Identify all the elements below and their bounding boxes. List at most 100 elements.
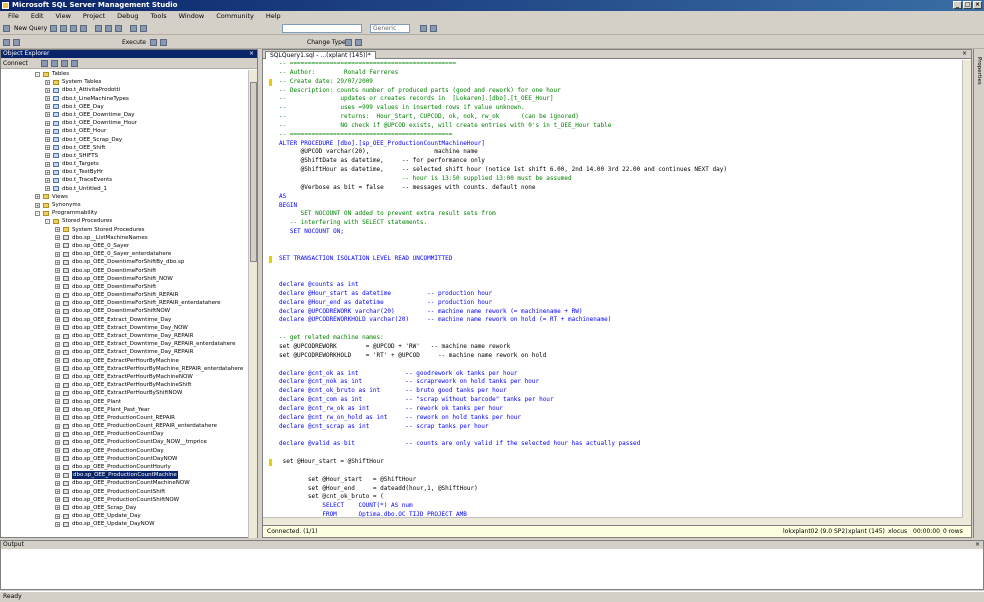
expand-icon[interactable]: + [45,128,50,134]
menu-item-view[interactable]: View [49,11,76,21]
tree-node[interactable]: - Tables [1,70,249,78]
menu-item-tools[interactable]: Tools [145,11,173,21]
tree-node[interactable]: + dbo.sp_OEE_ProductionCountDay_NOW__tmpr… [1,438,249,446]
run-icon[interactable] [345,39,352,46]
close-button[interactable]: × [973,1,982,9]
editor-vertical-scrollbar[interactable] [962,60,971,526]
tree-node[interactable]: + dbo.sp_OEE_ExtractPerHourByShiftNOW [1,389,249,397]
scrollbar-thumb[interactable] [250,82,257,262]
expand-icon[interactable]: + [55,489,60,495]
stop-icon[interactable] [51,60,58,67]
tree-node[interactable]: + dbo.sp_OEE_ExtractPerHourByMachine_REPA… [1,365,249,373]
connect-button[interactable]: Connect [3,60,28,67]
tree-node[interactable]: + System Tables [1,78,249,86]
tree-node[interactable]: + dbo.sp_OEE_Extract_Downtime_Day_REPAIR [1,332,249,340]
tree-node[interactable]: + dbo.t_OEE_Downtime_Day [1,111,249,119]
save-icon[interactable] [70,25,77,32]
verify-sql-icon[interactable] [355,39,362,46]
expand-icon[interactable]: + [45,169,50,175]
expand-icon[interactable]: + [55,456,60,462]
expand-icon[interactable]: + [55,366,60,372]
expand-icon[interactable]: + [55,259,60,265]
properties-sidebar[interactable]: Properties [973,49,984,538]
menu-item-edit[interactable]: Edit [25,11,50,21]
tree-node[interactable]: + System Stored Procedures [1,226,249,234]
tree-node[interactable]: + dbo.sp_OEE_Extract_Downtime_Day [1,316,249,324]
expand-icon[interactable]: + [45,177,50,183]
tree-node[interactable]: - Programmability [1,209,249,217]
new-file-icon[interactable] [50,25,57,32]
tree-node[interactable]: + dbo.t_OEE_Hour [1,127,249,135]
expand-icon[interactable]: + [55,243,60,249]
tree-node[interactable]: + dbo.t_LineMachineTypes [1,95,249,103]
expand-icon[interactable]: + [55,325,60,331]
expand-icon[interactable]: + [55,227,60,233]
expand-icon[interactable]: + [55,521,60,527]
tree-node[interactable]: + dbo.sp_OEE_ExtractPerHourByMachineShift [1,381,249,389]
expand-icon[interactable]: + [55,415,60,421]
cancel-query-icon[interactable] [160,39,167,46]
expand-icon[interactable]: + [55,423,60,429]
tree-node[interactable]: + dbo.sp_OEE_ProductionCount_REPAIR_enter… [1,422,249,430]
expand-icon[interactable]: + [45,137,50,142]
tree-node[interactable]: + dbo.t_Untitled_1 [1,185,249,193]
tree-node[interactable]: + dbo.sp_OEE_Plant [1,398,249,406]
change-type-button[interactable]: Change Type [305,38,348,47]
menu-item-window[interactable]: Window [173,11,211,21]
tree-node[interactable]: + dbo.sp_OEE_Plant_Past_Year [1,406,249,414]
refresh-icon[interactable] [71,60,78,67]
expand-icon[interactable]: + [45,186,50,192]
copy-icon[interactable] [105,25,112,32]
parse-icon[interactable] [150,39,157,46]
new-query-icon[interactable] [3,25,10,32]
expand-icon[interactable]: + [55,505,60,511]
expand-icon[interactable]: + [55,333,60,339]
expand-icon[interactable]: + [55,349,60,355]
tree-node[interactable]: - Stored Procedures [1,217,249,225]
expand-icon[interactable]: + [55,251,60,257]
tree-node[interactable]: + dbo.sp_OEE_ProductionCountDay [1,447,249,455]
menu-item-community[interactable]: Community [210,11,260,21]
tree-node[interactable]: + dbo.t_OEE_Shift [1,144,249,152]
menu-item-project[interactable]: Project [77,11,111,21]
expand-icon[interactable]: + [45,153,50,159]
object-explorer-scrollbar[interactable] [248,70,257,538]
minimize-button[interactable]: _ [953,1,962,9]
tree-node[interactable]: + dbo.sp_OEE_Extract_Downtime_Day_REPAIR_… [1,340,249,348]
expand-icon[interactable]: + [55,448,60,454]
expand-icon[interactable]: + [55,276,60,282]
tree-node[interactable]: + dbo.sp_OEE_Extract_Downtime_Day_REPAIR [1,348,249,356]
tree-node[interactable]: + dbo.sp_OEE_ProductionCountDay [1,430,249,438]
menu-item-file[interactable]: File [2,11,25,21]
tree-node[interactable]: + dbo.sp_OEE_Extract_Downtime_Day_NOW [1,324,249,332]
tree-node[interactable]: + dbo.t_SHIFTS [1,152,249,160]
expand-icon[interactable]: + [45,104,50,110]
expand-icon[interactable]: + [55,390,60,396]
expand-icon[interactable]: + [55,300,60,306]
tree-node[interactable]: + dbo.sp_OEE_ProductionCount_REPAIR [1,414,249,422]
tree-node[interactable]: + dbo.sp_OEE_Update_Day [1,512,249,520]
code-area[interactable]: -- =====================================… [263,60,963,526]
collapse-icon[interactable]: - [35,210,40,216]
expand-icon[interactable]: + [55,308,60,314]
tree-node[interactable]: + dbo.sp_OEE_DowntimeForShiftBy_dbo.sp [1,258,249,266]
collapse-icon[interactable]: - [35,71,40,77]
expand-icon[interactable]: + [55,268,60,273]
open-file-icon[interactable] [60,25,67,32]
paste-icon[interactable] [115,25,122,32]
expand-icon[interactable]: + [45,120,50,126]
tree-node[interactable]: + dbo.sp_OEE_ProductionCountDayNOW [1,455,249,463]
tree-node[interactable]: + dbo.sp_OEE_DowntimeForShift_REPAIR_ente… [1,299,249,307]
expand-icon[interactable]: + [55,382,60,388]
expand-icon[interactable]: + [55,497,60,503]
tree-node[interactable]: + dbo.sp_OEE_ProductionCountMachine [1,471,249,480]
connect-icon[interactable] [3,39,10,46]
toolbox-icon[interactable] [430,25,437,32]
expand-icon[interactable]: + [55,235,60,241]
tree-node[interactable]: + dbo.t_OEE_Day [1,103,249,111]
new-query-button[interactable]: New Query [12,24,49,33]
tree-node[interactable]: + dbo.sp__ListMachineNames [1,234,249,242]
tree-node[interactable]: + dbo.sp_OEE_DowntimeForShiftNOW [1,307,249,315]
expand-icon[interactable]: + [45,87,50,93]
tree-node[interactable]: + dbo.sp_OEE_0_Sayer [1,242,249,250]
